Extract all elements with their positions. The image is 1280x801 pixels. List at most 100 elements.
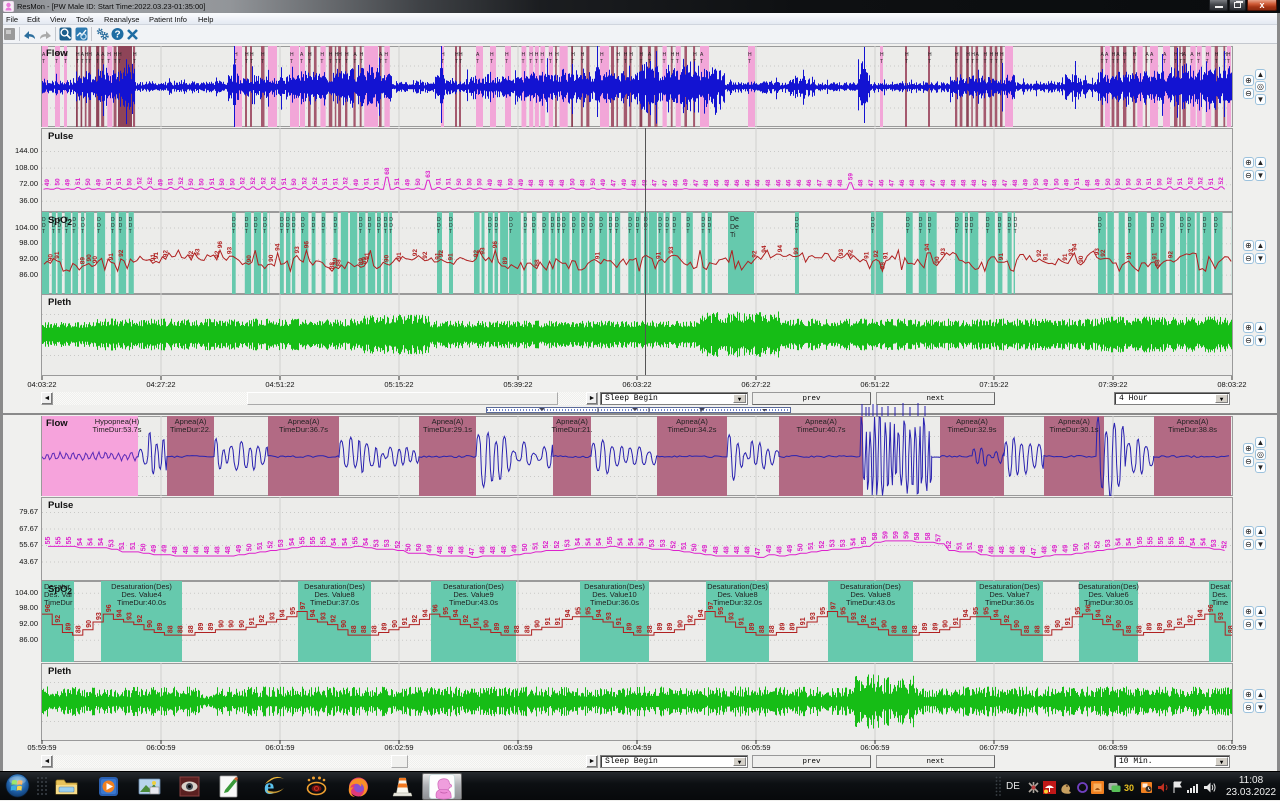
- svg-text:H: H: [984, 52, 988, 58]
- svg-text:49: 49: [162, 544, 169, 552]
- svg-text:92: 92: [331, 614, 338, 622]
- svg-text:55: 55: [1179, 536, 1186, 544]
- svg-text:T: T: [1105, 59, 1108, 65]
- svg-text:48: 48: [999, 546, 1006, 554]
- svg-text:59: 59: [882, 531, 889, 539]
- svg-text:47: 47: [611, 179, 618, 187]
- svg-text:94: 94: [280, 609, 287, 617]
- svg-text:T: T: [700, 59, 703, 65]
- svg-text:53: 53: [649, 539, 656, 547]
- svg-text:50: 50: [54, 177, 61, 185]
- svg-text:88: 88: [514, 625, 521, 633]
- svg-text:H: H: [748, 52, 752, 58]
- svg-text:T: T: [245, 229, 248, 235]
- svg-text:91: 91: [402, 617, 409, 625]
- svg-text:89: 89: [626, 622, 633, 630]
- svg-text:T: T: [81, 229, 84, 235]
- svg-text:54: 54: [851, 537, 858, 545]
- svg-text:T: T: [1133, 59, 1136, 65]
- svg-text:46: 46: [786, 179, 793, 187]
- svg-text:T: T: [671, 59, 674, 65]
- svg-text:52: 52: [1218, 176, 1225, 184]
- svg-text:50: 50: [522, 543, 529, 551]
- svg-text:49: 49: [683, 178, 690, 186]
- svg-text:55: 55: [56, 536, 63, 544]
- svg-text:H: H: [995, 52, 999, 58]
- svg-text:T: T: [555, 59, 558, 65]
- svg-text:T: T: [129, 229, 132, 235]
- svg-text:90: 90: [1055, 619, 1062, 627]
- svg-text:H: H: [616, 52, 620, 58]
- svg-text:58: 58: [914, 532, 921, 540]
- svg-text:51: 51: [808, 542, 815, 550]
- svg-text:48: 48: [724, 179, 731, 187]
- svg-text:88: 88: [647, 625, 654, 633]
- svg-text:T: T: [329, 59, 332, 65]
- svg-text:54: 54: [596, 537, 603, 545]
- svg-text:T: T: [640, 59, 643, 65]
- svg-text:54: 54: [289, 537, 296, 545]
- svg-text:94: 94: [761, 245, 768, 253]
- svg-text:92: 92: [412, 248, 419, 256]
- svg-text:91: 91: [595, 251, 602, 259]
- svg-text:A: A: [353, 52, 357, 58]
- svg-text:T: T: [42, 59, 45, 65]
- svg-text:H: H: [693, 52, 697, 58]
- svg-text:T: T: [998, 229, 1001, 235]
- svg-text:T: T: [928, 59, 931, 65]
- svg-text:51: 51: [116, 177, 123, 185]
- svg-text:96: 96: [303, 240, 310, 248]
- svg-text:T: T: [52, 229, 55, 235]
- svg-text:51: 51: [1208, 177, 1215, 185]
- svg-text:52: 52: [260, 176, 267, 184]
- svg-text:92: 92: [751, 250, 758, 258]
- svg-text:90: 90: [1116, 619, 1123, 627]
- svg-text:48: 48: [971, 179, 978, 187]
- svg-text:T: T: [133, 59, 136, 65]
- svg-text:48: 48: [501, 546, 508, 554]
- svg-text:T: T: [532, 229, 535, 235]
- svg-text:T: T: [455, 59, 458, 65]
- svg-text:55: 55: [861, 536, 868, 544]
- svg-text:88: 88: [912, 625, 919, 633]
- svg-text:51: 51: [394, 177, 401, 185]
- svg-text:47: 47: [693, 179, 700, 187]
- svg-text:90: 90: [1014, 619, 1021, 627]
- svg-text:90: 90: [218, 619, 225, 627]
- svg-text:90: 90: [229, 619, 236, 627]
- svg-text:93: 93: [127, 612, 134, 620]
- svg-text:H: H: [133, 52, 137, 58]
- svg-text:T: T: [871, 229, 874, 235]
- svg-text:59: 59: [893, 531, 900, 539]
- svg-text:48: 48: [193, 546, 200, 554]
- svg-text:89: 89: [1147, 622, 1154, 630]
- svg-text:50: 50: [1136, 177, 1143, 185]
- svg-text:T: T: [338, 59, 341, 65]
- svg-text:88: 88: [902, 625, 909, 633]
- svg-text:49: 49: [353, 178, 360, 186]
- svg-text:?: ?: [114, 30, 120, 41]
- svg-text:T: T: [384, 59, 387, 65]
- svg-text:51: 51: [681, 542, 688, 550]
- svg-text:H: H: [245, 52, 249, 58]
- svg-text:48: 48: [538, 179, 545, 187]
- svg-text:90: 90: [392, 619, 399, 627]
- svg-text:89: 89: [779, 622, 786, 630]
- svg-text:49: 49: [44, 178, 51, 186]
- svg-text:53: 53: [840, 539, 847, 547]
- svg-text:89: 89: [198, 622, 205, 630]
- svg-text:T: T: [990, 59, 993, 65]
- svg-text:50: 50: [219, 177, 226, 185]
- svg-text:50: 50: [1115, 177, 1122, 185]
- svg-text:90: 90: [383, 254, 390, 262]
- svg-text:91: 91: [1065, 617, 1072, 625]
- svg-text:49: 49: [405, 178, 412, 186]
- svg-text:T: T: [114, 59, 117, 65]
- svg-text:T: T: [301, 229, 304, 235]
- svg-text:T: T: [476, 59, 479, 65]
- svg-text:54: 54: [1190, 537, 1197, 545]
- svg-text:51: 51: [257, 542, 264, 550]
- svg-text:H: H: [1206, 52, 1210, 58]
- svg-text:T: T: [1101, 59, 1104, 65]
- svg-text:46: 46: [744, 179, 751, 187]
